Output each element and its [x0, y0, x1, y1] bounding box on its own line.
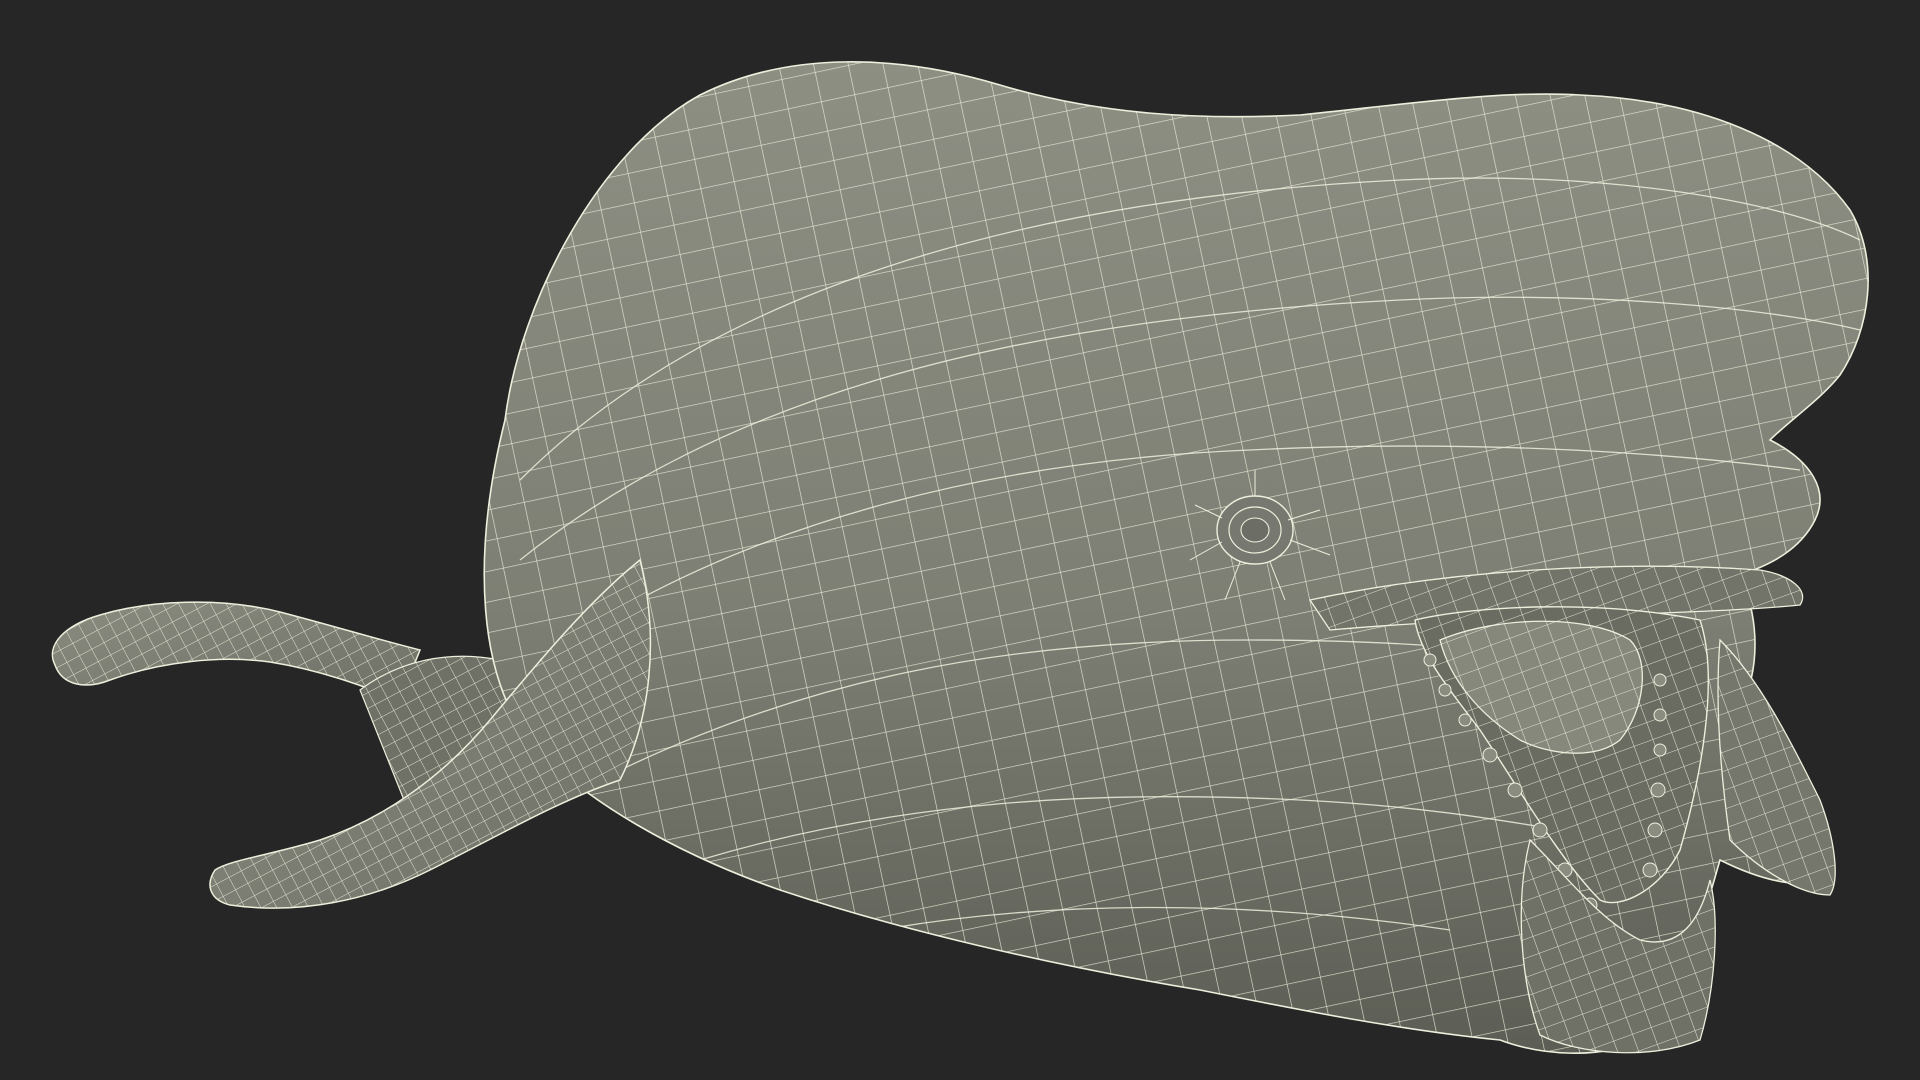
tail-fluke-upper	[51, 601, 422, 701]
whale-wireframe-render	[51, 61, 1869, 1054]
render-viewport	[0, 0, 1920, 1080]
whale-body-mesh	[483, 61, 1869, 1054]
